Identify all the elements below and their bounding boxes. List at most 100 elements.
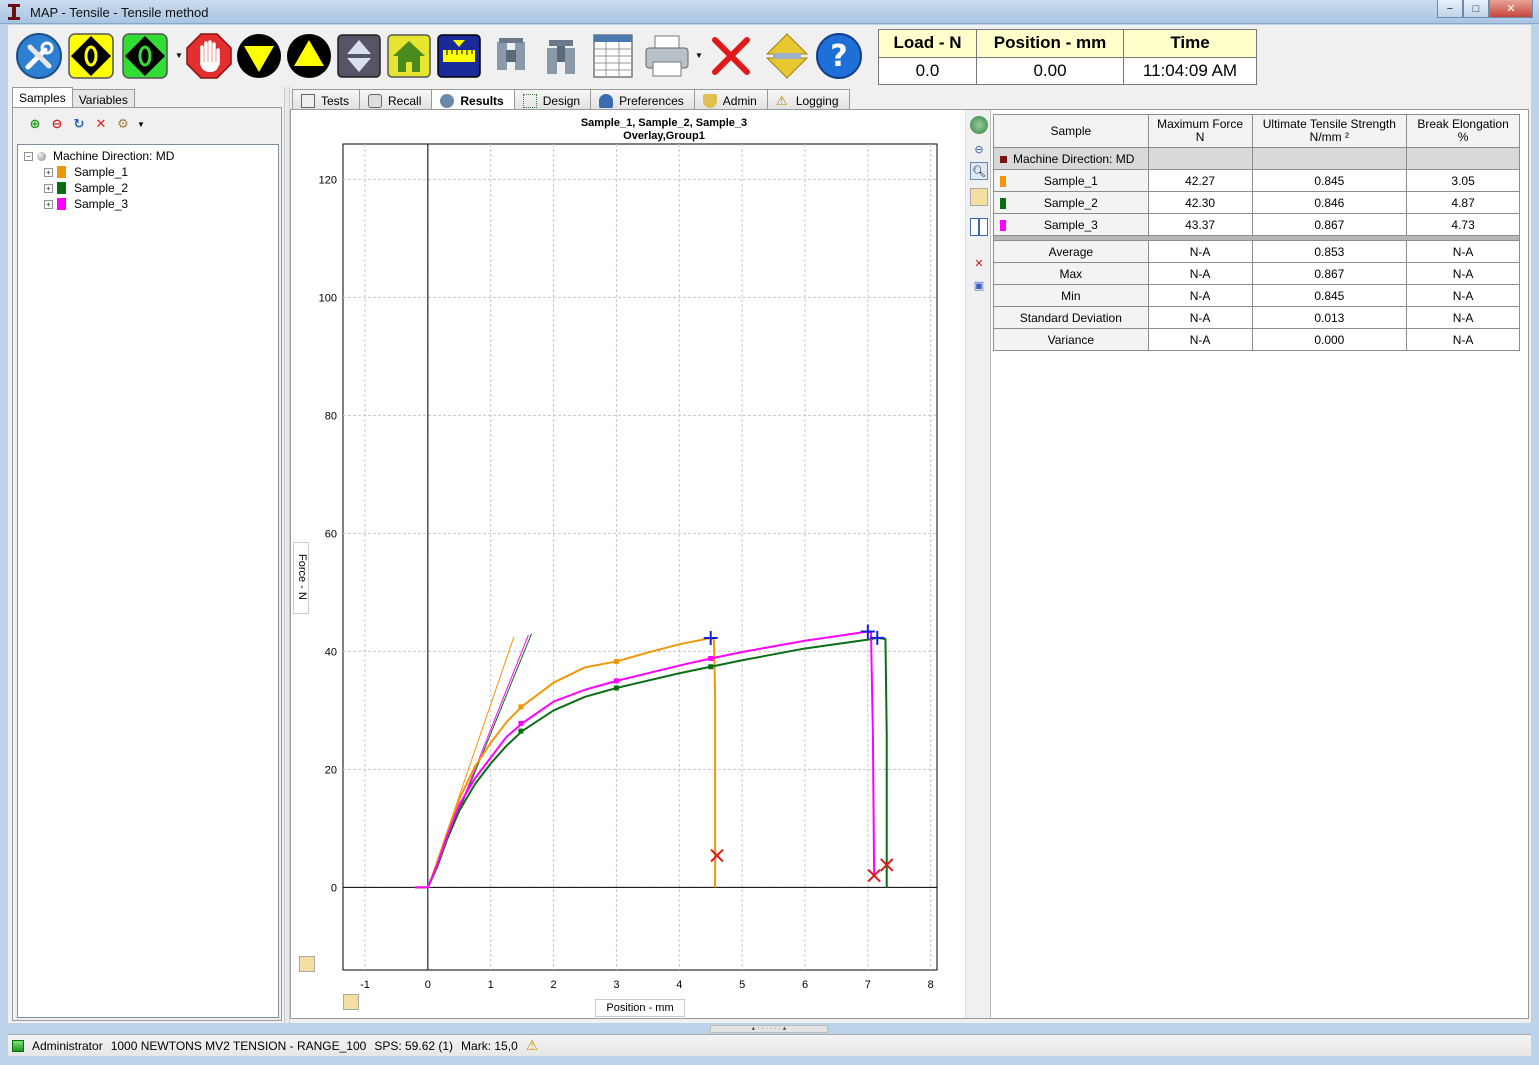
- tab-tests[interactable]: Tests: [292, 89, 361, 109]
- data-marker: [613, 685, 619, 691]
- samples-panel: ⊕ ⊖ ↻ ✕ ⚙ ▼ − Machine Direction: MD + Sa…: [12, 107, 282, 1021]
- data-marker: [518, 728, 524, 734]
- print-dropdown-arrow[interactable]: ▼: [695, 51, 703, 60]
- chart-settings-icon[interactable]: ▣: [970, 276, 988, 294]
- zero-dropdown-arrow[interactable]: ▼: [175, 51, 183, 60]
- position-readout-label: Position - mm: [977, 30, 1123, 58]
- minimize-button[interactable]: −: [1437, 0, 1463, 18]
- status-bar: Administrator 1000 NEWTONS MV2 TENSION -…: [8, 1034, 1531, 1056]
- results-table-panel: Sample Maximum Force N Ultimate Tensile S…: [993, 114, 1521, 351]
- zero-position-button[interactable]: [120, 30, 170, 82]
- report-button[interactable]: [588, 30, 638, 82]
- table-row[interactable]: Sample_2 42.30 0.846 4.87: [993, 191, 1520, 214]
- stats-row[interactable]: Max N-A 0.867 N-A: [993, 262, 1520, 285]
- status-ok-icon: [12, 1039, 24, 1052]
- data-marker: [613, 658, 619, 664]
- bottom-splitter-grip[interactable]: ▴ · · · · · · ▴: [710, 1025, 828, 1033]
- settings-gear-icon[interactable]: ⚙: [115, 116, 131, 132]
- split-view-icon[interactable]: [970, 218, 988, 236]
- col-header-max-force[interactable]: Maximum Force N: [1147, 114, 1253, 148]
- tab-recall[interactable]: Recall: [359, 89, 433, 109]
- gauge-length-button[interactable]: [434, 30, 484, 82]
- tree-item-label: Sample_2: [74, 181, 129, 195]
- col-header-sample[interactable]: Sample: [993, 114, 1149, 148]
- grip-close-button[interactable]: [536, 30, 586, 82]
- tools-button[interactable]: [14, 30, 64, 82]
- x-axis-label: Position - mm: [595, 999, 685, 1017]
- remove-sample-icon[interactable]: ⊖: [49, 116, 65, 132]
- zoom-icon[interactable]: 🔍︎: [970, 162, 988, 180]
- tab-variables[interactable]: Variables: [71, 89, 135, 109]
- stop-button[interactable]: [184, 30, 234, 82]
- chart-lock-toggle-icon[interactable]: [970, 188, 988, 206]
- x-tick-label: 5: [739, 979, 745, 991]
- add-sample-icon[interactable]: ⊕: [27, 116, 43, 132]
- delete-icon[interactable]: ✕: [93, 116, 109, 132]
- stats-row[interactable]: Standard Deviation N-A 0.013 N-A: [993, 306, 1520, 329]
- print-button[interactable]: [642, 30, 692, 82]
- main-area: Tests Recall Results Design Preferences …: [290, 87, 1531, 1023]
- y-tick-label: 100: [319, 292, 337, 304]
- table-row[interactable]: Sample_1 42.27 0.845 3.05: [993, 169, 1520, 192]
- tree-item-sample-2[interactable]: + Sample_2: [44, 180, 128, 196]
- results-table: Sample Maximum Force N Ultimate Tensile S…: [993, 114, 1520, 351]
- x-tick-label: 7: [865, 979, 871, 991]
- stats-row[interactable]: Average N-A 0.853 N-A: [993, 240, 1520, 263]
- settings-dropdown-arrow[interactable]: ▼: [137, 120, 145, 129]
- tree-item-sample-3[interactable]: + Sample_3: [44, 196, 128, 212]
- expand-icon[interactable]: +: [44, 167, 53, 177]
- col-header-uts[interactable]: Ultimate Tensile Strength N/mm ²: [1251, 114, 1408, 148]
- move-down-icon: [237, 34, 281, 78]
- expand-icon[interactable]: +: [44, 183, 53, 193]
- y-tick-label: 20: [325, 764, 337, 776]
- tests-icon: [301, 94, 315, 108]
- recall-icon: [368, 94, 383, 108]
- tab-design[interactable]: Design: [513, 89, 592, 109]
- load-readout: Load - N 0.0: [879, 30, 977, 84]
- force-position-chart[interactable]: Sample_1, Sample_2, Sample_3 Overlay,Gro…: [293, 110, 965, 1018]
- cancel-button[interactable]: [706, 30, 756, 82]
- curve-select-icon[interactable]: ✕: [970, 254, 988, 272]
- tab-samples[interactable]: Samples: [12, 87, 73, 109]
- grip-open-button[interactable]: [486, 30, 536, 82]
- move-down-button[interactable]: [234, 30, 284, 82]
- table-row[interactable]: Sample_3 43.37 0.867 4.73: [993, 213, 1520, 236]
- return-button[interactable]: [334, 30, 384, 82]
- tree-root-node[interactable]: − Machine Direction: MD: [24, 148, 174, 164]
- move-up-button[interactable]: [284, 30, 334, 82]
- status-machine: 1000 NEWTONS MV2 TENSION - RANGE_100: [110, 1038, 367, 1053]
- chart-axis-lock-icon[interactable]: [343, 994, 359, 1010]
- home-button[interactable]: [384, 30, 434, 82]
- help-icon: ?: [816, 33, 862, 79]
- tab-results[interactable]: Results: [431, 89, 515, 109]
- stats-row[interactable]: Variance N-A 0.000 N-A: [993, 328, 1520, 351]
- tree-item-label: Sample_3: [74, 197, 129, 211]
- chart-lock-icon[interactable]: [299, 956, 315, 972]
- maximize-button[interactable]: □: [1463, 0, 1489, 18]
- preferences-icon: [599, 94, 614, 108]
- y-tick-label: 40: [325, 646, 337, 658]
- expand-icon[interactable]: +: [44, 199, 53, 209]
- tab-preferences[interactable]: Preferences: [590, 89, 695, 109]
- design-icon: [522, 94, 537, 108]
- results-icon: [440, 94, 455, 108]
- col-header-break-elongation[interactable]: Break Elongation%: [1406, 114, 1520, 148]
- x-tick-label: 0: [425, 979, 431, 991]
- group-row[interactable]: Machine Direction: MD: [993, 147, 1520, 170]
- globe-icon[interactable]: [970, 116, 988, 134]
- tab-admin[interactable]: Admin: [693, 89, 768, 109]
- zoom-out-icon[interactable]: ⊖: [970, 140, 988, 158]
- load-readout-value: 0.0: [879, 57, 976, 84]
- zero-load-button[interactable]: [66, 30, 116, 82]
- help-button[interactable]: ?: [814, 30, 864, 82]
- collapse-icon[interactable]: −: [24, 151, 33, 161]
- stats-row[interactable]: Min N-A 0.845 N-A: [993, 284, 1520, 307]
- close-window-button[interactable]: ✕: [1489, 0, 1533, 18]
- warning-icon: ⚠: [775, 93, 788, 108]
- tree-item-sample-1[interactable]: + Sample_1: [44, 164, 128, 180]
- jog-button[interactable]: [762, 30, 812, 82]
- group-label: Machine Direction: MD: [1013, 151, 1135, 166]
- refresh-icon[interactable]: ↻: [71, 116, 87, 132]
- warning-icon[interactable]: ⚠: [526, 1037, 539, 1054]
- tab-logging[interactable]: ⚠ Logging: [766, 89, 850, 109]
